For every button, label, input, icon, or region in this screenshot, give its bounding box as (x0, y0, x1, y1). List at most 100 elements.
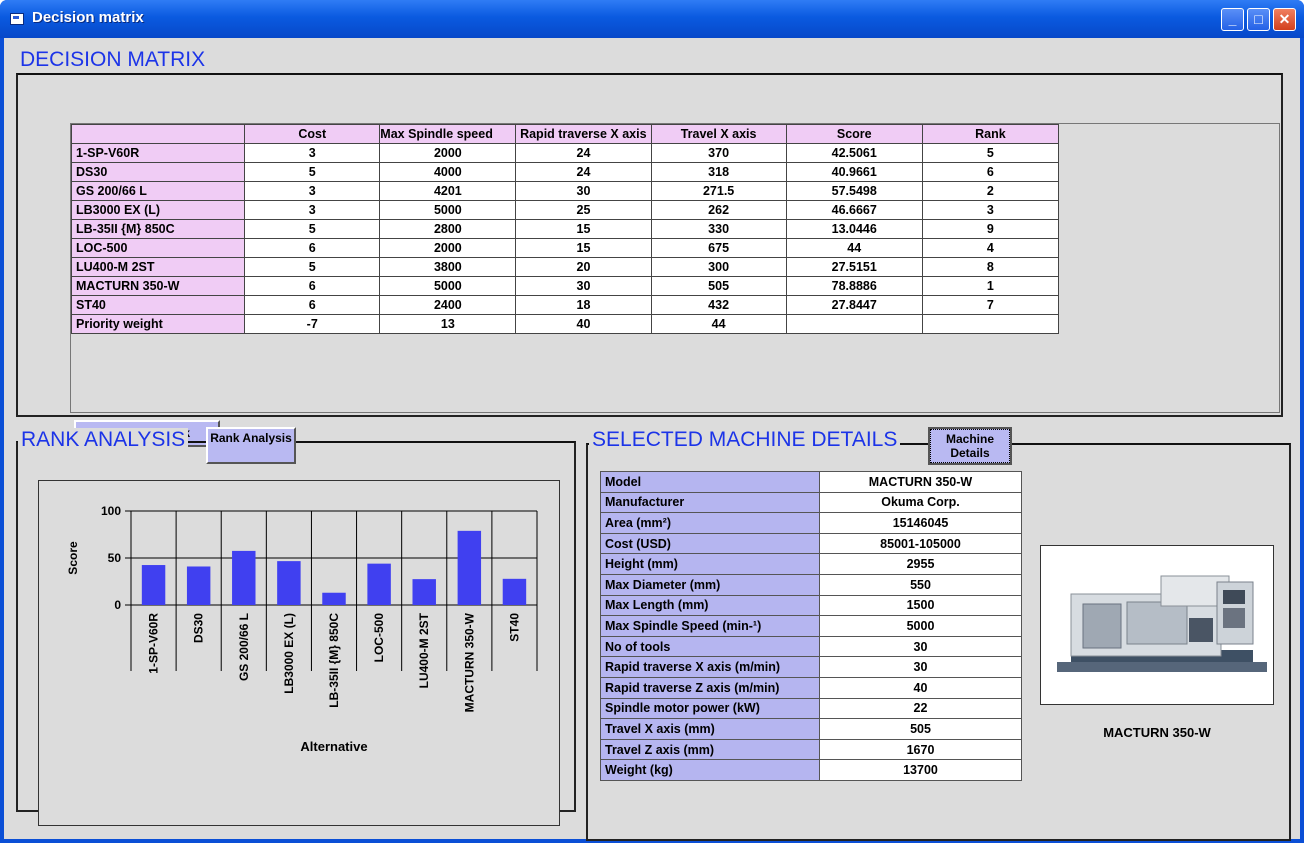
table-cell[interactable]: 6 (244, 276, 381, 296)
table-row[interactable]: ST40 6 2400 18 432 27.8447 7 (70, 295, 1060, 315)
table-row[interactable]: LOC-500 6 2000 15 675 44 4 (70, 238, 1060, 258)
table-cell[interactable]: 330 (650, 219, 787, 239)
table-cell[interactable]: 4201 (379, 181, 517, 201)
column-header[interactable]: Max Spindle speed (379, 124, 517, 144)
table-cell[interactable]: 5000 (379, 276, 517, 296)
table-cell[interactable]: 2800 (379, 219, 517, 239)
table-cell[interactable]: 2400 (379, 295, 517, 315)
table-row[interactable]: Priority weight -7 13 40 44 (70, 314, 1060, 334)
table-cell[interactable]: 46.6667 (785, 200, 923, 220)
table-cell[interactable]: 318 (650, 162, 787, 182)
row-header[interactable]: LU400-M 2ST (70, 257, 246, 277)
detail-value: 550 (819, 573, 1022, 596)
table-cell[interactable]: 30 (515, 181, 652, 201)
table-row[interactable]: LB3000 EX (L) 3 5000 25 262 46.6667 3 (70, 200, 1060, 220)
table-cell[interactable]: 27.5151 (785, 257, 923, 277)
detail-label: Max Spindle Speed (min-¹) (600, 615, 820, 637)
machine-details-button[interactable]: Machine Details (928, 427, 1012, 465)
table-cell[interactable]: 5 (244, 162, 381, 182)
close-button[interactable]: ✕ (1273, 8, 1296, 31)
column-header[interactable]: Cost (244, 124, 381, 144)
table-cell[interactable]: 4 (921, 238, 1060, 258)
table-cell[interactable]: 271.5 (650, 181, 787, 201)
table-cell[interactable]: 40.9661 (785, 162, 923, 182)
table-cell[interactable]: 42.5061 (785, 143, 923, 163)
row-header[interactable]: LB3000 EX (L) (70, 200, 246, 220)
table-cell[interactable]: 505 (650, 276, 787, 296)
table-row[interactable]: DS30 5 4000 24 318 40.9661 6 (70, 162, 1060, 182)
table-cell[interactable]: 20 (515, 257, 652, 277)
table-cell[interactable]: 3 (244, 181, 381, 201)
table-cell[interactable]: 44 (650, 314, 787, 334)
header-corner (70, 124, 246, 144)
table-row[interactable]: MACTURN 350-W 6 5000 30 505 78.8886 1 (70, 276, 1060, 296)
table-cell[interactable]: 675 (650, 238, 787, 258)
table-cell[interactable]: -7 (244, 314, 381, 334)
table-cell[interactable]: 40 (515, 314, 652, 334)
table-row[interactable]: 1-SP-V60R 3 2000 24 370 42.5061 5 (70, 143, 1060, 163)
table-cell[interactable]: 6 (244, 238, 381, 258)
table-row[interactable]: GS 200/66 L 3 4201 30 271.5 57.5498 2 (70, 181, 1060, 201)
row-header[interactable]: GS 200/66 L (70, 181, 246, 201)
row-header[interactable]: LB-35II {M} 850C (70, 219, 246, 239)
column-header[interactable]: Rapid traverse X axis (515, 124, 652, 144)
detail-row: Area (mm²) 15146045 (600, 512, 1022, 534)
table-cell[interactable]: 432 (650, 295, 787, 315)
table-cell[interactable]: 5000 (379, 200, 517, 220)
table-cell[interactable]: 370 (650, 143, 787, 163)
table-cell[interactable]: 2000 (379, 238, 517, 258)
maximize-button[interactable]: □ (1247, 8, 1270, 31)
row-header[interactable]: ST40 (70, 295, 246, 315)
table-cell[interactable]: 6 (244, 295, 381, 315)
table-cell[interactable]: 3 (244, 200, 381, 220)
column-header[interactable]: Rank (921, 124, 1060, 144)
minimize-button[interactable]: _ (1221, 8, 1244, 31)
table-cell[interactable]: 24 (515, 162, 652, 182)
table-cell[interactable]: 27.8447 (785, 295, 923, 315)
title-bar[interactable]: Decision matrix _ □ ✕ (0, 0, 1304, 38)
table-cell[interactable]: 5 (921, 143, 1060, 163)
table-cell[interactable]: 2 (921, 181, 1060, 201)
table-cell[interactable]: 9 (921, 219, 1060, 239)
column-header[interactable]: Travel X axis (650, 124, 787, 144)
row-header[interactable]: MACTURN 350-W (70, 276, 246, 296)
table-cell[interactable]: 3 (921, 200, 1060, 220)
table-cell[interactable]: 5 (244, 257, 381, 277)
row-header[interactable]: Priority weight (70, 314, 246, 334)
table-cell[interactable]: 30 (515, 276, 652, 296)
table-cell[interactable]: 13 (379, 314, 517, 334)
table-cell[interactable]: 8 (921, 257, 1060, 277)
table-cell[interactable] (921, 314, 1060, 334)
table-cell[interactable]: 3800 (379, 257, 517, 277)
table-cell[interactable]: 44 (785, 238, 923, 258)
table-cell[interactable]: 15 (515, 219, 652, 239)
y-tick-label: 50 (108, 551, 122, 565)
table-row[interactable]: LB-35II {M} 850C 5 2800 15 330 13.0446 9 (70, 219, 1060, 239)
table-cell[interactable]: 78.8886 (785, 276, 923, 296)
table-cell[interactable]: 18 (515, 295, 652, 315)
detail-row: Manufacturer Okuma Corp. (600, 491, 1022, 514)
table-cell[interactable]: 57.5498 (785, 181, 923, 201)
rank-analysis-button[interactable]: Rank Analysis (206, 427, 296, 464)
bar (232, 550, 256, 605)
table-cell[interactable]: 2000 (379, 143, 517, 163)
table-cell[interactable]: 1 (921, 276, 1060, 296)
table-cell[interactable]: 300 (650, 257, 787, 277)
row-header[interactable]: LOC-500 (70, 238, 246, 258)
table-cell[interactable]: 3 (244, 143, 381, 163)
table-cell[interactable]: 15 (515, 238, 652, 258)
table-cell[interactable]: 25 (515, 200, 652, 220)
table-cell[interactable]: 262 (650, 200, 787, 220)
table-cell[interactable]: 13.0446 (785, 219, 923, 239)
table-cell[interactable]: 24 (515, 143, 652, 163)
row-header[interactable]: 1-SP-V60R (70, 143, 246, 163)
table-cell[interactable] (785, 314, 923, 334)
table-row[interactable]: LU400-M 2ST 5 3800 20 300 27.5151 8 (70, 257, 1060, 277)
table-cell[interactable]: 5 (244, 219, 381, 239)
table-cell[interactable]: 6 (921, 162, 1060, 182)
column-header[interactable]: Score (785, 124, 923, 144)
row-header[interactable]: DS30 (70, 162, 246, 182)
decision-matrix-grid[interactable]: Cost Max Spindle speed Rapid traverse X … (70, 123, 1280, 413)
table-cell[interactable]: 4000 (379, 162, 517, 182)
table-cell[interactable]: 7 (921, 295, 1060, 315)
